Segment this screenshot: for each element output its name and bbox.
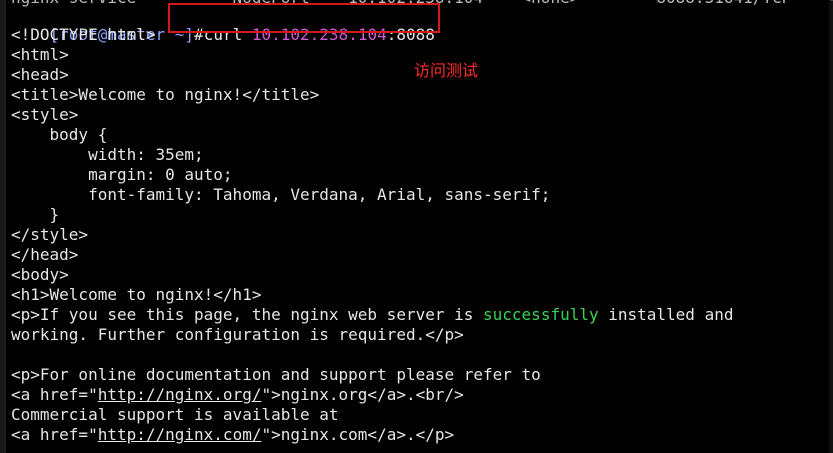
- output-line: <!DOCTYPE html>: [11, 25, 156, 44]
- output-line: </head>: [11, 245, 79, 264]
- url-link[interactable]: http://nginx.org/: [98, 385, 262, 404]
- output-line: <h1>Welcome to nginx!</h1>: [11, 285, 262, 304]
- output-text: <p>If you see this page, the nginx web s…: [11, 305, 484, 324]
- output-text: <a href=": [11, 425, 98, 444]
- output-text: ">nginx.org</a>.<br/>: [261, 385, 464, 404]
- output-line: width: 35em;: [11, 145, 204, 164]
- output-text: <a href=": [11, 385, 98, 404]
- output-line: <title>Welcome to nginx!</title>: [11, 85, 320, 104]
- output-line: }: [11, 205, 60, 224]
- terminal-right-strip: [829, 0, 833, 453]
- output-line: <a href="http://nginx.org/">nginx.org</a…: [11, 385, 464, 405]
- url-link[interactable]: http://nginx.com/: [98, 425, 262, 444]
- output-line: Commercial support is available at: [11, 405, 339, 424]
- output-line: <html>: [11, 45, 69, 64]
- output-line: font-family: Tahoma, Verdana, Arial, san…: [11, 185, 551, 204]
- output-line: <style>: [11, 105, 79, 124]
- output-line: <a href="http://nginx.com/">nginx.com</a…: [11, 425, 454, 445]
- output-line: <head>: [11, 65, 69, 84]
- output-line: </style>: [11, 225, 89, 244]
- output-line: body {: [11, 125, 108, 144]
- output-text: installed and: [598, 305, 734, 324]
- output-line: <p>If you see this page, the nginx web s…: [11, 305, 733, 325]
- terminal-left-strip: [0, 0, 6, 453]
- output-text: ">nginx.com</a>.</p>: [261, 425, 455, 444]
- success-word: successfully: [483, 305, 599, 324]
- output-line: margin: 0 auto;: [11, 165, 233, 184]
- terminal-window[interactable]: nginx-service NodePort 10.102.238.104 <n…: [0, 0, 833, 453]
- output-line: working. Further configuration is requir…: [11, 325, 464, 344]
- output-line: <body>: [11, 265, 69, 284]
- output-line: <p>For online documentation and support …: [11, 365, 541, 384]
- command-highlight-box: [168, 3, 440, 33]
- annotation-label: 访问测试: [414, 61, 479, 80]
